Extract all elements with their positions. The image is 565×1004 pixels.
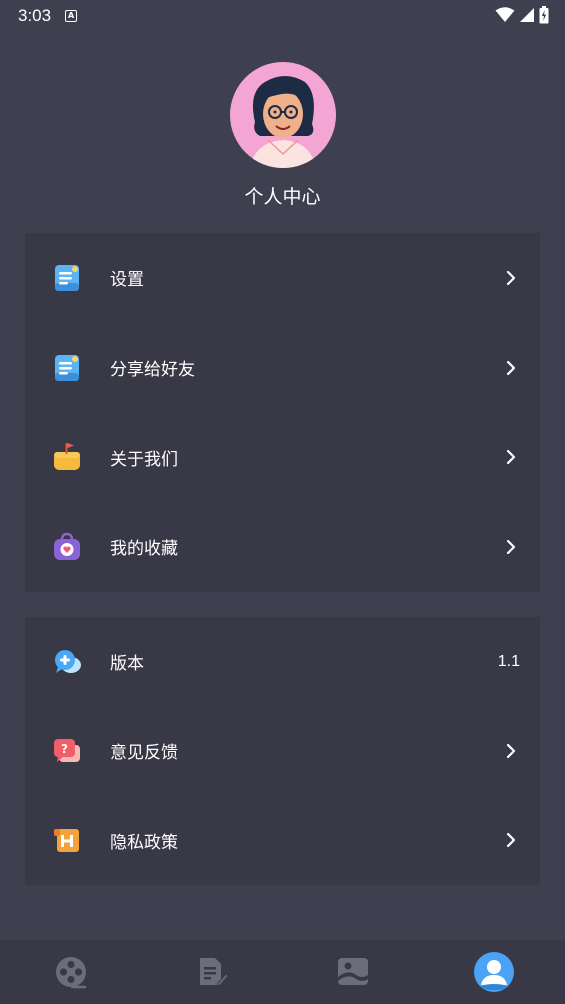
- notebook-icon: [55, 354, 79, 381]
- signal-icon: [520, 8, 534, 22]
- menu-card-main: 设置 分享给好友 关于我们 我的收藏: [25, 233, 540, 592]
- menu-item-share[interactable]: 分享给好友: [25, 323, 540, 413]
- battery-charging-icon: [539, 6, 549, 24]
- chat-plus-icon: [55, 649, 81, 673]
- menu-item-label: 版本: [110, 654, 144, 675]
- profile-header: 个人中心: [0, 62, 565, 209]
- status-time: 3:03: [18, 6, 52, 25]
- chevron-right-icon: [506, 450, 516, 465]
- menu-card-info: 版本 1.1 ? 意见反馈 隐私政策: [25, 617, 540, 885]
- menu-item-label: 关于我们: [110, 449, 178, 470]
- menu-item-feedback[interactable]: ? 意见反馈: [25, 706, 540, 795]
- tab-movies[interactable]: [0, 940, 141, 1004]
- avatar[interactable]: [229, 62, 336, 168]
- version-value: 1.1: [497, 652, 520, 670]
- bottom-tab-bar: [0, 940, 565, 1004]
- menu-item-privacy[interactable]: 隐私政策: [25, 796, 540, 885]
- menu-item-label: 设置: [110, 270, 144, 291]
- status-bar: 3:03 A: [0, 0, 565, 32]
- page-title: 个人中心: [244, 186, 321, 208]
- flag-icon: [54, 443, 80, 471]
- chevron-right-icon: [506, 833, 516, 848]
- menu-item-label: 隐私政策: [110, 832, 178, 853]
- tab-articles[interactable]: [141, 940, 282, 1004]
- film-reel-icon: [55, 957, 86, 989]
- notebook-icon: [55, 264, 79, 291]
- svg-text:?: ?: [61, 742, 68, 756]
- menu-item-label: 分享给好友: [110, 360, 195, 381]
- tab-profile[interactable]: [424, 940, 565, 1004]
- menu-item-settings[interactable]: 设置: [25, 233, 540, 323]
- scroll-icon: [54, 829, 79, 853]
- chevron-right-icon: [506, 270, 516, 285]
- tab-gallery[interactable]: [283, 940, 424, 1004]
- menu-item-about[interactable]: 关于我们: [25, 412, 540, 502]
- cartoon-avatar-icon: [249, 76, 316, 168]
- menu-item-label: 我的收藏: [110, 539, 178, 560]
- menu-item-favorites[interactable]: 我的收藏: [25, 502, 540, 592]
- chevron-right-icon: [506, 743, 516, 759]
- chevron-right-icon: [506, 360, 516, 375]
- chevron-right-icon: [506, 539, 516, 555]
- status-icons: [495, 6, 549, 24]
- user-icon: [474, 952, 515, 992]
- document-edit-icon: [199, 958, 229, 987]
- heart-bag-icon: [54, 532, 80, 560]
- image-icon: [338, 958, 369, 985]
- question-chat-icon: ?: [54, 738, 80, 762]
- menu-item-label: 意见反馈: [110, 743, 178, 764]
- wifi-icon: [495, 7, 515, 22]
- menu-item-version[interactable]: 版本 1.1: [25, 617, 540, 706]
- a-icon: A: [65, 10, 78, 22]
